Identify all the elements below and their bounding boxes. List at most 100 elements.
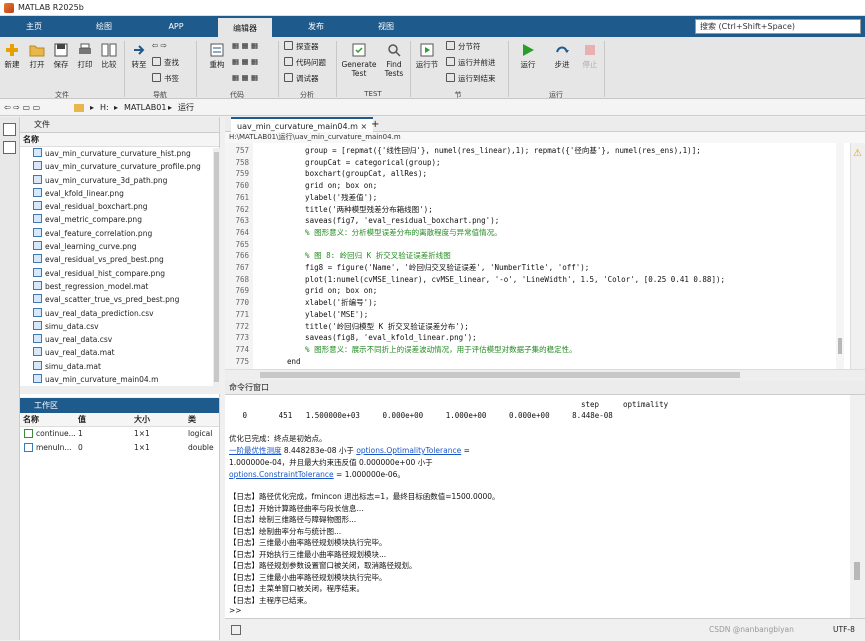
debugger-button[interactable]: 调试器 xyxy=(284,73,319,84)
code-line[interactable]: 763 saveas(fig7, 'eval_residual_boxchart… xyxy=(225,215,850,227)
refactor-button[interactable]: 重构 xyxy=(206,42,228,69)
code-line[interactable]: 765 xyxy=(225,239,850,251)
file-list-item[interactable]: uav_real_data_prediction.csv xyxy=(20,307,219,320)
compare-button[interactable]: 比较 xyxy=(98,42,120,69)
file-list-item[interactable]: uav_min_curvature_curvature_profile.png xyxy=(20,160,219,173)
new-tab-button[interactable]: + xyxy=(371,117,379,132)
workspace-row[interactable]: continue... 1 1×1 logical xyxy=(20,427,219,441)
code-analyzer-bar[interactable]: ⚠ xyxy=(850,143,865,369)
code-line[interactable]: 774 % 图形意义：展示不同折上的误差波动情况，用于评估模型对数据子集的稳定性… xyxy=(225,344,850,356)
code-line[interactable]: 759 boxchart(groupCat, allRes); xyxy=(225,168,850,180)
back-forward-arrows[interactable]: ⇦ ⇨ xyxy=(152,41,167,51)
generate-test-button[interactable]: Generate Test xyxy=(340,42,378,78)
ws-col-class[interactable]: 类 xyxy=(188,413,196,427)
workspace-panel-icon[interactable] xyxy=(3,141,16,154)
profiler-button[interactable]: 探查器 xyxy=(284,41,319,52)
command-window[interactable]: step optimality 0 451 1.500000e+03 0.000… xyxy=(225,395,850,618)
file-list-item[interactable]: eval_residual_hist_compare.png xyxy=(20,267,219,280)
file-list-item[interactable]: uav_min_curvature_3d_path.png xyxy=(20,174,219,187)
file-list-item[interactable]: uav_real_data.csv xyxy=(20,333,219,346)
ws-col-value[interactable]: 值 xyxy=(78,413,86,427)
save-button[interactable]: 保存 xyxy=(50,42,72,69)
code-line[interactable]: 768 plot(1:numel(cvMSE_linear), cvMSE_li… xyxy=(225,274,850,286)
tab-home[interactable]: 主页 xyxy=(14,16,54,37)
path-folder[interactable]: MATLAB01 xyxy=(124,99,166,116)
stop-icon xyxy=(585,45,595,55)
code-issues-button[interactable]: 代码问题 xyxy=(284,57,326,68)
code-line[interactable]: 762 title('两种模型残差分布箱线图'); xyxy=(225,204,850,216)
open-button[interactable]: 打开 xyxy=(26,42,48,69)
find-tests-button[interactable]: Find Tests xyxy=(380,42,408,78)
files-panel-icon[interactable] xyxy=(3,123,16,136)
code-tools-3[interactable]: ▦ ▦ ▦ xyxy=(232,73,258,83)
code-line[interactable]: 766 % 图 8: 岭回归 K 折交叉验证误差折线图 xyxy=(225,250,850,262)
file-list-item[interactable]: eval_kfold_linear.png xyxy=(20,187,219,200)
code-line[interactable]: 772 title('岭回归模型 K 折交叉验证误差分布'); xyxy=(225,321,850,333)
code-line[interactable]: 769 grid on; box on; xyxy=(225,285,850,297)
file-list-item[interactable]: simu_data.csv xyxy=(20,320,219,333)
files-hscrollbar[interactable] xyxy=(20,386,220,394)
file-list-item[interactable]: eval_scatter_true_vs_pred_best.png xyxy=(20,293,219,306)
section-break-button[interactable]: 分节符 xyxy=(446,41,481,52)
file-list-item[interactable]: eval_residual_vs_pred_best.png xyxy=(20,253,219,266)
find-button[interactable]: 查找 xyxy=(152,57,179,68)
file-list-item[interactable]: uav_min_curvature_curvature_hist.png xyxy=(20,147,219,160)
file-list-item[interactable]: eval_learning_curve.png xyxy=(20,240,219,253)
file-list-item[interactable]: uav_min_curvature_main04.m xyxy=(20,373,219,386)
find-icon xyxy=(152,57,161,66)
file-icon xyxy=(33,334,42,344)
print-button[interactable]: 打印 xyxy=(74,42,96,69)
new-button[interactable]: 新建 xyxy=(2,42,22,69)
path-drive[interactable]: H: xyxy=(100,99,109,116)
editor-file-tab[interactable]: uav_min_curvature_main04.m × xyxy=(231,117,374,132)
code-line[interactable]: 773 saveas(fig8, 'eval_kfold_linear.png'… xyxy=(225,332,850,344)
search-input[interactable]: 搜索 (Ctrl+Shift+Space) xyxy=(695,19,861,34)
code-line[interactable]: 757 group = [repmat({'线性回归'}, numel(res_… xyxy=(225,145,850,157)
run-advance-button[interactable]: 运行并前进 xyxy=(446,57,496,68)
code-line[interactable]: 761 ylabel('残差值'); xyxy=(225,192,850,204)
tab-editor[interactable]: 编辑器 xyxy=(218,16,272,37)
goto-button[interactable]: 转至 xyxy=(128,42,150,69)
workspace-row[interactable]: menuIn... 0 1×1 double xyxy=(20,441,219,455)
code-line[interactable]: 758 groupCat = categorical(group); xyxy=(225,157,850,169)
tab-view[interactable]: 视图 xyxy=(364,16,408,37)
code-line[interactable]: 767 fig8 = figure('Name', '岭回归交叉验证误差', '… xyxy=(225,262,850,274)
code-tools-2[interactable]: ▦ ▦ ▦ xyxy=(232,57,258,67)
editor-hscrollbar[interactable] xyxy=(225,369,865,379)
code-editor[interactable]: 757 group = [repmat({'线性回归'}, numel(res_… xyxy=(225,143,850,369)
editor-ribbon: 新建 打开 保存 打印 比较 文件 转至 ⇦ ⇨ 查找 书签 导航 重构 ▦ ▦… xyxy=(0,37,865,99)
tab-apps[interactable]: APP xyxy=(154,16,198,37)
file-list-item[interactable]: eval_feature_correlation.png xyxy=(20,227,219,240)
ws-col-size[interactable]: 大小 xyxy=(134,413,150,427)
command-scrollbar[interactable] xyxy=(850,395,865,618)
file-list-item[interactable]: eval_residual_boxchart.png xyxy=(20,200,219,213)
file-list-item[interactable]: eval_metric_compare.png xyxy=(20,213,219,226)
path-subfolder[interactable]: 运行 xyxy=(178,99,194,116)
run-button[interactable]: 运行 xyxy=(516,42,540,69)
run-section-button[interactable]: 运行节 xyxy=(412,42,442,69)
workspace-title: 工作区 xyxy=(20,398,219,413)
tab-publish[interactable]: 发布 xyxy=(294,16,338,37)
address-bar[interactable]: ⇦ ⇨ ▭ ▭ ▸ H: ▸ MATLAB01 ▸ 运行 xyxy=(0,99,865,116)
file-list-item[interactable]: best_regression_model.mat xyxy=(20,280,219,293)
command-prompt[interactable]: >> xyxy=(229,605,242,617)
file-list-item[interactable]: simu_data.mat xyxy=(20,360,219,373)
editor-scrollbar[interactable] xyxy=(836,143,844,369)
code-tools[interactable]: ▦ ▦ ▦ xyxy=(232,41,258,51)
status-bar: CSDN @nanbangbiyan UTF-8 xyxy=(225,618,865,640)
stop-button[interactable]: 停止 xyxy=(578,42,602,69)
tab-plots[interactable]: 绘图 xyxy=(82,16,126,37)
code-line[interactable]: 771 ylabel('MSE'); xyxy=(225,309,850,321)
run-to-end-button[interactable]: 运行到结束 xyxy=(446,73,496,84)
code-line[interactable]: 764 % 图形意义：分析模型误差分布的离散程度与异常值情况。 xyxy=(225,227,850,239)
code-line[interactable]: 775 end xyxy=(225,356,850,368)
nav-arrows[interactable]: ⇦ ⇨ ▭ ▭ xyxy=(4,99,40,116)
files-column-name[interactable]: 名称 xyxy=(20,133,219,147)
step-button[interactable]: 步进 xyxy=(550,42,574,69)
code-line[interactable]: 760 grid on; box on; xyxy=(225,180,850,192)
ws-col-name[interactable]: 名称 xyxy=(23,413,39,427)
bookmark-button[interactable]: 书签 xyxy=(152,73,179,84)
file-list-item[interactable]: uav_real_data.mat xyxy=(20,346,219,359)
code-line[interactable]: 770 xlabel('折编号'); xyxy=(225,297,850,309)
files-scrollbar[interactable] xyxy=(213,148,220,386)
